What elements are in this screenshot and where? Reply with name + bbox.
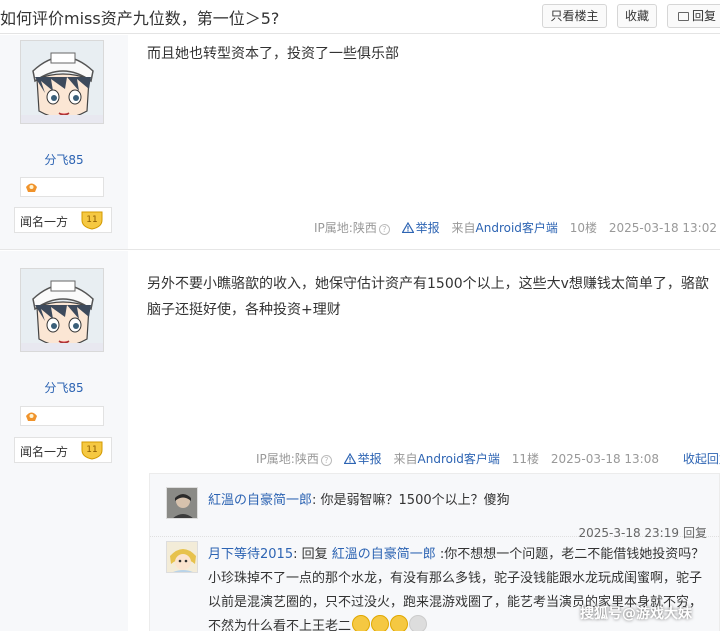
username[interactable]: 分飞85 [0,379,128,396]
level-number: 11 [86,445,97,455]
sub-reply-user[interactable]: 月下等待2015 [208,547,293,562]
avatar[interactable] [20,40,104,124]
sub-reply-user[interactable]: 紅溫の自豪简一郎 [208,493,312,508]
report-label: 举报 [357,452,382,466]
emoji-icon [390,615,409,631]
post-floor-10: 分飞85 闻名一方 11 而且她也转型资本了，投资了一些俱乐部 IP属地:陕西?… [0,35,720,250]
author-sidebar: 分飞85 闻名一方 11 [0,251,128,631]
sub-reply-word: : 回复 [293,547,328,562]
medal-box [20,406,104,426]
collect-button[interactable]: 收藏 [617,4,657,28]
post-content: 另外不要小瞧骆歆的收入，她保守估计资产有1500个以上，这些大v想赚钱太简单了，… [147,276,709,318]
post-time: 2025-03-18 13:02 [608,221,717,235]
reply-icon [677,12,689,21]
collapse-replies-link[interactable]: 收起回复 [683,452,720,466]
sub-reply-item: 紅溫の自豪简一郎: 你是弱智嘛？1500个以上？傻狗 2025-3-18 23:… [150,485,720,540]
warning-icon [343,453,356,464]
level-badge-icon: 11 [81,441,103,460]
post-time: 2025-03-18 13:08 [550,452,659,466]
client-link[interactable]: Android客户端 [418,452,500,466]
thread-title: 如何评价miss资产九位数，第一位＞5? [0,9,280,28]
level-box: 闻名一方 11 [14,207,112,233]
emoji-icon [352,615,371,631]
author-sidebar: 分飞85 闻名一方 11 [0,35,128,249]
question-icon[interactable]: ? [320,455,332,466]
anime-avatar-icon [21,269,103,351]
emoji-icon [409,615,428,631]
sub-reply-button[interactable]: 回复 [683,526,707,540]
level-box: 闻名一方 11 [14,437,112,463]
floor-number: 11楼 [511,452,540,466]
sub-reply-target[interactable]: 紅溫の自豪简一郎 [332,547,436,562]
sub-reply-body: : 你是弱智嘛？1500个以上？傻狗 [312,493,510,508]
anime-avatar-icon [21,41,103,123]
anime-avatar-icon [167,542,197,572]
sub-reply-text: 紅溫の自豪简一郎: 你是弱智嘛？1500个以上？傻狗 [208,489,708,513]
only-op-button[interactable]: 只看楼主 [542,4,607,28]
medal-icon[interactable] [25,181,38,193]
watermark: 搜狐号@游戏大妹 [580,606,692,622]
level-name: 闻名一方 [20,445,69,459]
warning-icon [401,222,414,233]
level-badge-icon: 11 [81,211,103,230]
sub-reply-avatar[interactable] [166,487,198,519]
report-label: 举报 [415,221,440,235]
reply-button[interactable]: 回复 [667,4,720,28]
client-link[interactable]: Android客户端 [476,221,558,235]
ip-location: IP属地:陕西 [314,221,377,235]
thread-header: 如何评价miss资产九位数，第一位＞5? 只看楼主 收藏 回复 [0,0,720,34]
sub-reply-time: 2025-3-18 23:19 [578,526,679,540]
post-floor-11: 分飞85 闻名一方 11 另外不要小瞧骆歆的收入，她保守估计资产有1500个以上… [0,251,720,631]
level-number: 11 [86,215,97,225]
level-name: 闻名一方 [20,215,69,229]
username[interactable]: 分飞85 [0,151,128,168]
question-icon[interactable]: ? [378,224,390,235]
person-avatar-icon [167,488,197,518]
emoji-icon [371,615,390,631]
floor-number: 10楼 [569,221,598,235]
sub-reply-avatar[interactable] [166,541,198,573]
report-link[interactable]: 举报 [343,452,382,466]
avatar[interactable] [20,268,104,352]
medal-icon[interactable] [25,410,38,422]
post-content: 而且她也转型资本了，投资了一些俱乐部 [147,46,399,62]
medal-box [20,177,104,197]
reply-button-label: 回复 [691,9,716,23]
report-link[interactable]: 举报 [401,221,440,235]
post-meta: IP属地:陕西? 举报 来自Android客户端 10楼 2025-03-18 … [314,221,717,235]
ip-location: IP属地:陕西 [256,452,319,466]
post-meta: IP属地:陕西? 举报 来自Android客户端 11楼 2025-03-18 … [256,450,720,467]
